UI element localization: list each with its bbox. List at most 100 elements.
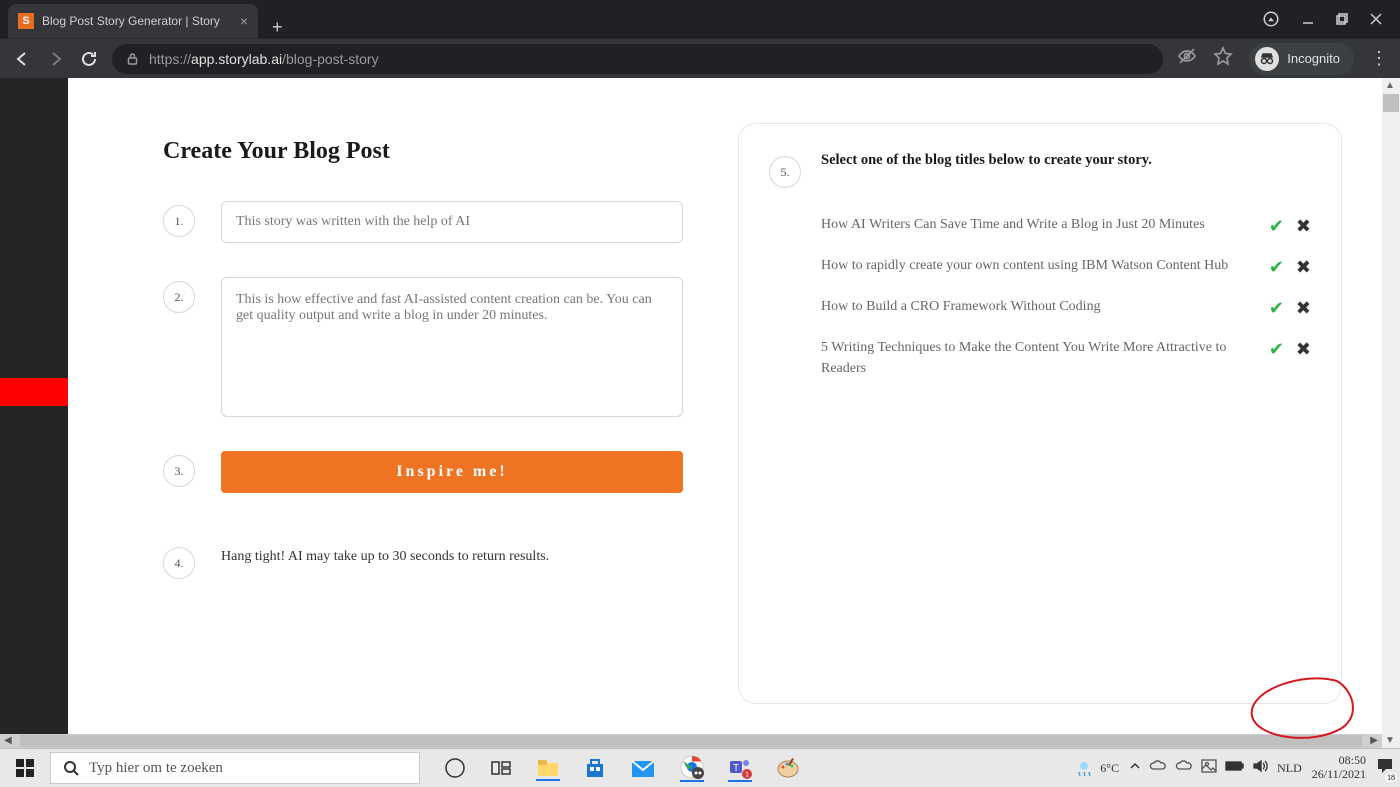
step-badge-5: 5. <box>769 156 801 188</box>
kebab-menu-icon[interactable]: ⋮ <box>1370 48 1388 69</box>
photos-icon[interactable] <box>1201 759 1217 777</box>
tab-strip: S Blog Post Story Generator | Story × + <box>0 0 1400 38</box>
title-item: How AI Writers Can Save Time and Write a… <box>821 214 1311 237</box>
title-text: How to Build a CRO Framework Without Cod… <box>821 296 1255 317</box>
lock-icon <box>126 52 139 65</box>
toolbar-right-icons: Incognito ⋮ <box>1177 43 1388 75</box>
results-header: 5. Select one of the blog titles below t… <box>769 152 1311 188</box>
onedrive-icon[interactable] <box>1149 759 1167 777</box>
accept-icon[interactable]: ✔ <box>1269 339 1284 360</box>
inspire-me-button[interactable]: Inspire me! <box>221 451 683 493</box>
address-bar[interactable]: https://app.storylab.ai/blog-post-story <box>112 44 1163 74</box>
scroll-up-arrow[interactable]: ▲ <box>1385 80 1395 91</box>
scroll-thumb[interactable] <box>1383 94 1399 112</box>
close-window-icon[interactable] <box>1370 12 1382 30</box>
chevron-up-icon[interactable] <box>1129 760 1141 776</box>
step-badge-4: 4. <box>163 547 195 579</box>
eye-off-icon[interactable] <box>1177 46 1197 71</box>
story-description-input[interactable]: This is how effective and fast AI-assist… <box>221 277 683 417</box>
language-indicator[interactable]: NLD <box>1277 761 1302 776</box>
minimize-icon[interactable] <box>1302 12 1314 30</box>
step-4: 4. Hang tight! AI may take up to 30 seco… <box>163 543 683 579</box>
window-controls <box>1262 4 1400 38</box>
title-item: 5 Writing Techniques to Make the Content… <box>821 337 1311 379</box>
bookmark-star-icon[interactable] <box>1213 46 1233 71</box>
title-text: How AI Writers Can Save Time and Write a… <box>821 214 1255 235</box>
file-explorer-icon[interactable] <box>536 756 560 781</box>
reject-icon[interactable]: ✖ <box>1296 257 1311 278</box>
step-badge-2: 2. <box>163 281 195 313</box>
windows-taskbar: Typ hier om te zoeken T1 6°C NLD 08:50 2… <box>0 748 1400 787</box>
accept-icon[interactable]: ✔ <box>1269 216 1284 237</box>
back-button[interactable] <box>12 49 32 69</box>
browser-tab[interactable]: S Blog Post Story Generator | Story × <box>8 4 258 38</box>
notifications-icon[interactable]: 18 <box>1376 757 1394 779</box>
left-rail <box>0 78 68 734</box>
page-content: Create Your Blog Post 1. 2. This is how … <box>0 78 1382 734</box>
battery-icon[interactable] <box>1225 760 1245 776</box>
form-column: Create Your Blog Post 1. 2. This is how … <box>163 138 683 613</box>
left-rail-indicator <box>0 378 68 406</box>
loading-message: Hang tight! AI may take up to 30 seconds… <box>221 543 549 565</box>
title-item: How to rapidly create your own content u… <box>821 255 1311 278</box>
cortana-icon[interactable] <box>444 757 466 779</box>
system-tray: 6°C NLD 08:50 26/11/2021 18 <box>1074 754 1400 782</box>
tab-title: Blog Post Story Generator | Story <box>42 14 220 28</box>
incognito-icon <box>1255 47 1279 71</box>
cloud-icon[interactable] <box>1175 759 1193 777</box>
hscroll-thumb[interactable] <box>20 735 1362 747</box>
date: 26/11/2021 <box>1312 768 1366 782</box>
weather-widget[interactable]: 6°C <box>1074 758 1119 778</box>
ms-store-icon[interactable] <box>584 757 606 779</box>
mail-icon[interactable] <box>630 757 656 779</box>
forward-button[interactable] <box>46 49 66 69</box>
maximize-icon[interactable] <box>1336 12 1348 30</box>
title-text: How to rapidly create your own content u… <box>821 255 1255 276</box>
account-icon[interactable] <box>1262 10 1280 33</box>
svg-text:T: T <box>733 763 739 774</box>
scroll-right-arrow[interactable]: ▶ <box>1370 735 1378 746</box>
vertical-scrollbar[interactable]: ▲ ▼ <box>1382 78 1400 748</box>
results-instruction: Select one of the blog titles below to c… <box>821 152 1152 169</box>
search-placeholder: Typ hier om te zoeken <box>89 760 223 777</box>
accept-icon[interactable]: ✔ <box>1269 298 1284 319</box>
page-title: Create Your Blog Post <box>163 138 683 165</box>
horizontal-scrollbar[interactable]: ◀ ▶ <box>0 734 1382 748</box>
search-icon <box>63 760 79 776</box>
reject-icon[interactable]: ✖ <box>1296 298 1311 319</box>
start-button[interactable] <box>0 759 50 777</box>
scroll-left-arrow[interactable]: ◀ <box>4 735 12 746</box>
url-text: https://app.storylab.ai/blog-post-story <box>149 51 379 67</box>
chrome-icon[interactable] <box>680 755 704 782</box>
taskbar-search[interactable]: Typ hier om te zoeken <box>50 752 420 784</box>
taskbar-apps: T1 <box>444 755 800 782</box>
notification-badge: 18 <box>1385 773 1397 782</box>
scroll-down-arrow[interactable]: ▼ <box>1385 735 1395 746</box>
teams-icon[interactable]: T1 <box>728 755 752 782</box>
paint-icon[interactable] <box>776 756 800 780</box>
step-1: 1. <box>163 201 683 243</box>
new-tab-button[interactable]: + <box>258 17 297 38</box>
reject-icon[interactable]: ✖ <box>1296 216 1311 237</box>
accept-icon[interactable]: ✔ <box>1269 257 1284 278</box>
step-2: 2. This is how effective and fast AI-ass… <box>163 277 683 417</box>
results-panel: 5. Select one of the blog titles below t… <box>738 123 1342 704</box>
reject-icon[interactable]: ✖ <box>1296 339 1311 360</box>
title-suggestions: How AI Writers Can Save Time and Write a… <box>769 214 1311 379</box>
incognito-badge[interactable]: Incognito <box>1249 43 1354 75</box>
reload-button[interactable] <box>80 50 98 68</box>
time: 08:50 <box>1312 754 1366 768</box>
toolbar: https://app.storylab.ai/blog-post-story … <box>0 38 1400 78</box>
tray-icons: NLD <box>1129 759 1302 777</box>
incognito-label: Incognito <box>1287 51 1340 66</box>
title-item: How to Build a CRO Framework Without Cod… <box>821 296 1311 319</box>
step-badge-1: 1. <box>163 205 195 237</box>
volume-icon[interactable] <box>1253 759 1269 777</box>
story-title-input[interactable] <box>221 201 683 243</box>
temperature: 6°C <box>1100 761 1119 776</box>
task-view-icon[interactable] <box>490 757 512 779</box>
close-tab-icon[interactable]: × <box>240 13 248 29</box>
clock[interactable]: 08:50 26/11/2021 <box>1312 754 1366 782</box>
weather-icon <box>1074 758 1094 778</box>
step-3: 3. Inspire me! <box>163 451 683 493</box>
